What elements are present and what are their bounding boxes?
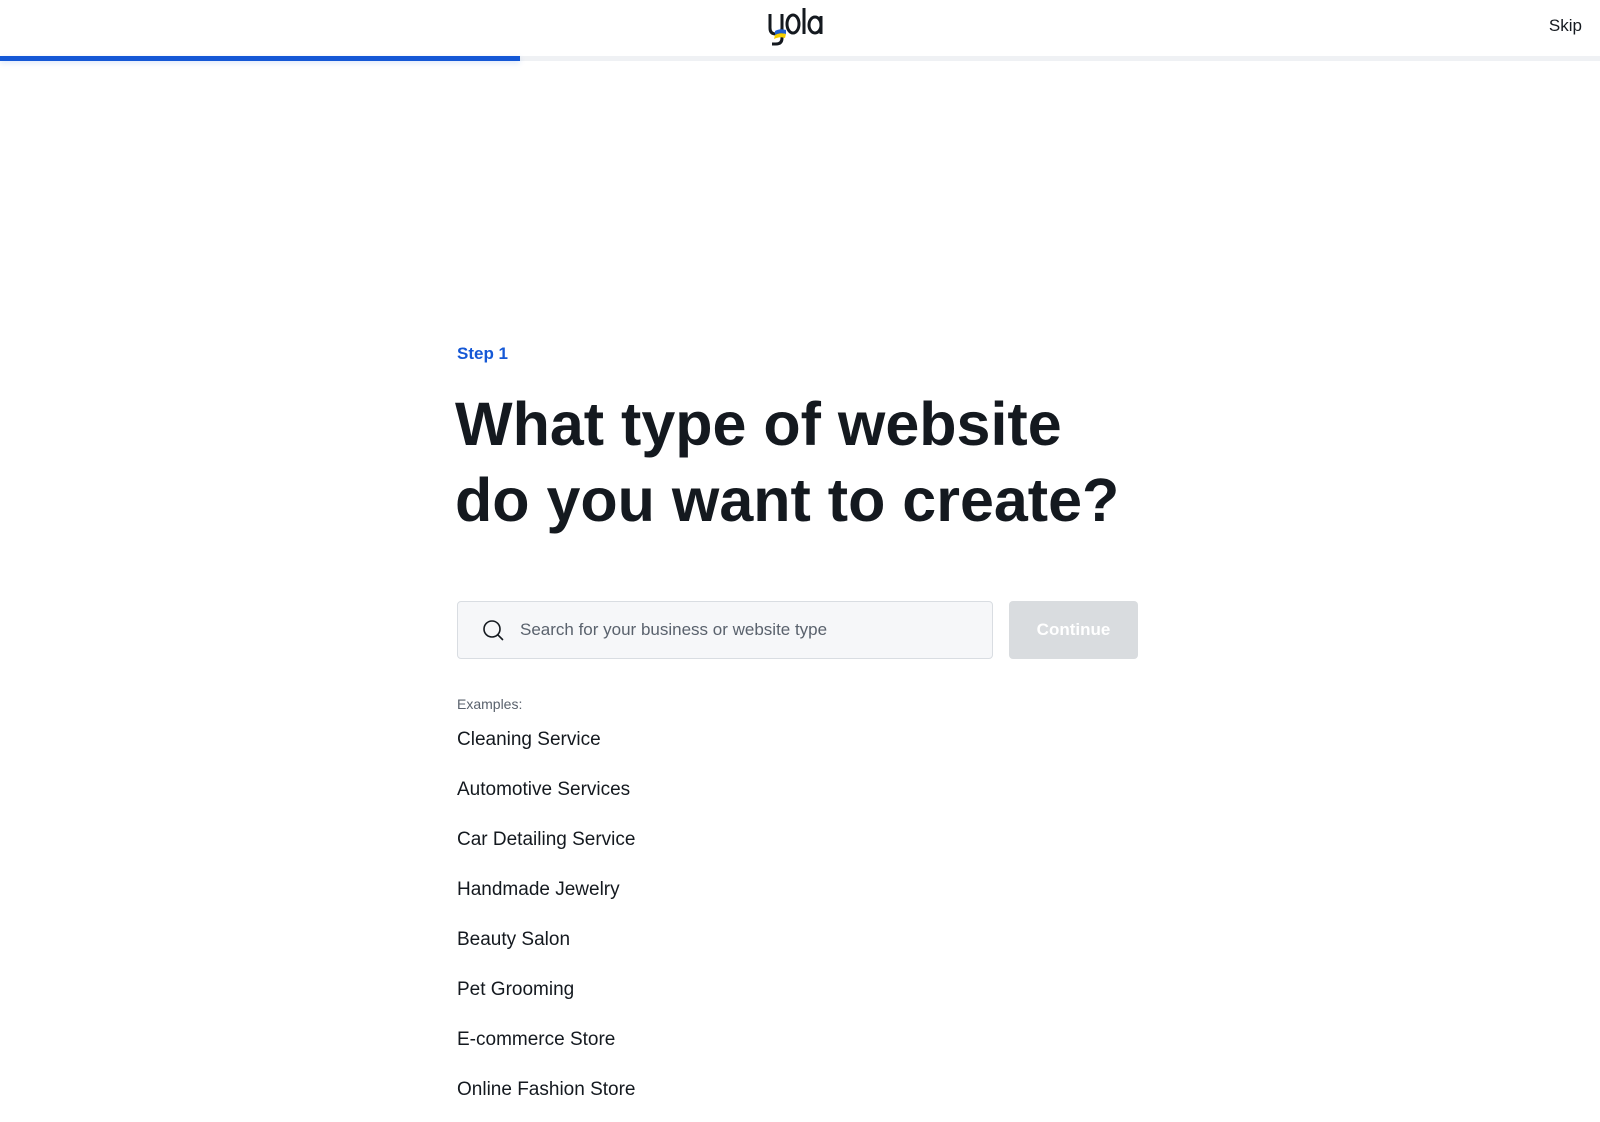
example-item[interactable]: Pet Grooming [457, 972, 636, 1022]
search-icon [483, 620, 504, 641]
page-title: What type of website do you want to crea… [455, 390, 1120, 534]
example-item[interactable]: Online Fashion Store [457, 1072, 636, 1122]
example-item[interactable]: Cleaning Service [457, 722, 636, 772]
search-field[interactable] [457, 601, 993, 659]
search-row: Continue [457, 601, 1138, 659]
example-item[interactable]: Automotive Services [457, 772, 636, 822]
step-label: Step 1 [457, 344, 509, 363]
skip-button[interactable]: Skip [1549, 16, 1582, 36]
examples-label: Examples: [457, 696, 523, 712]
yola-logo[interactable]: yola [766, 4, 830, 48]
example-item[interactable]: E-commerce Store [457, 1022, 636, 1072]
progress-bar [0, 56, 1600, 61]
progress-bar-fill [0, 56, 520, 61]
top-bar: yola Skip [0, 0, 1600, 56]
search-input[interactable] [518, 619, 962, 641]
example-item[interactable]: Beauty Salon [457, 922, 636, 972]
example-item[interactable]: Car Detailing Service [457, 822, 636, 872]
step-content: Step 1 What type of website do you want … [455, 344, 1147, 1100]
continue-button[interactable]: Continue [1009, 601, 1138, 659]
example-item[interactable]: Handmade Jewelry [457, 872, 636, 922]
examples-list: Cleaning Service Automotive Services Car… [457, 722, 636, 1122]
